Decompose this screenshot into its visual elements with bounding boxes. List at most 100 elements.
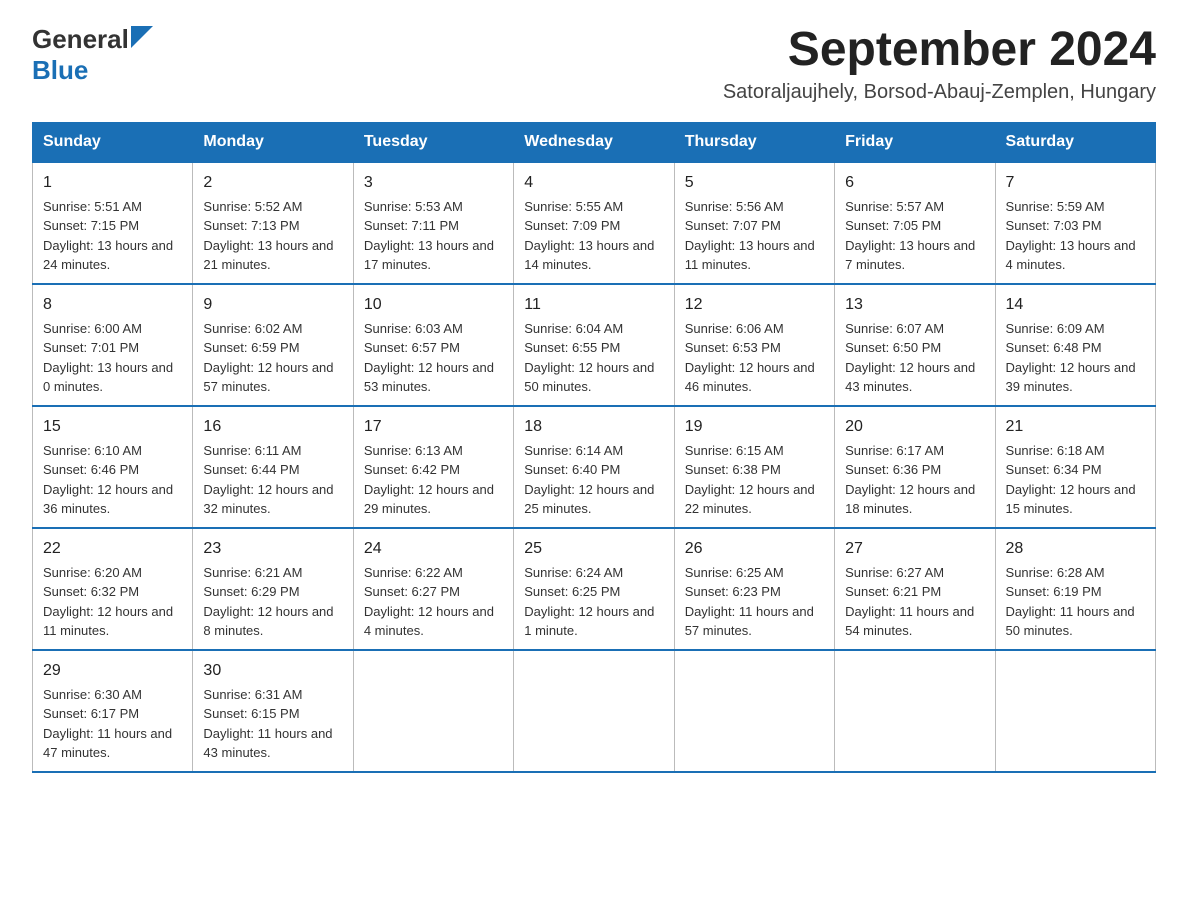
day-info: Sunrise: 5:55 AMSunset: 7:09 PMDaylight:…	[524, 197, 663, 275]
day-number: 16	[203, 415, 342, 439]
logo-triangle-icon	[131, 26, 153, 48]
table-row: 15Sunrise: 6:10 AMSunset: 6:46 PMDayligh…	[33, 406, 193, 528]
day-info: Sunrise: 5:53 AMSunset: 7:11 PMDaylight:…	[364, 197, 503, 275]
day-number: 11	[524, 293, 663, 317]
header-friday: Friday	[835, 122, 995, 162]
day-info: Sunrise: 6:03 AMSunset: 6:57 PMDaylight:…	[364, 319, 503, 397]
table-row: 26Sunrise: 6:25 AMSunset: 6:23 PMDayligh…	[674, 528, 834, 650]
day-info: Sunrise: 5:52 AMSunset: 7:13 PMDaylight:…	[203, 197, 342, 275]
table-row: 10Sunrise: 6:03 AMSunset: 6:57 PMDayligh…	[353, 284, 513, 406]
header-thursday: Thursday	[674, 122, 834, 162]
calendar-week-row: 22Sunrise: 6:20 AMSunset: 6:32 PMDayligh…	[33, 528, 1156, 650]
day-info: Sunrise: 6:00 AMSunset: 7:01 PMDaylight:…	[43, 319, 182, 397]
table-row: 3Sunrise: 5:53 AMSunset: 7:11 PMDaylight…	[353, 162, 513, 284]
table-row: 27Sunrise: 6:27 AMSunset: 6:21 PMDayligh…	[835, 528, 995, 650]
day-info: Sunrise: 6:04 AMSunset: 6:55 PMDaylight:…	[524, 319, 663, 397]
day-number: 8	[43, 293, 182, 317]
day-number: 23	[203, 537, 342, 561]
day-number: 2	[203, 171, 342, 195]
day-number: 9	[203, 293, 342, 317]
day-number: 21	[1006, 415, 1145, 439]
table-row: 12Sunrise: 6:06 AMSunset: 6:53 PMDayligh…	[674, 284, 834, 406]
day-info: Sunrise: 5:56 AMSunset: 7:07 PMDaylight:…	[685, 197, 824, 275]
day-info: Sunrise: 6:06 AMSunset: 6:53 PMDaylight:…	[685, 319, 824, 397]
table-row: 7Sunrise: 5:59 AMSunset: 7:03 PMDaylight…	[995, 162, 1155, 284]
header-sunday: Sunday	[33, 122, 193, 162]
day-info: Sunrise: 6:15 AMSunset: 6:38 PMDaylight:…	[685, 441, 824, 519]
day-info: Sunrise: 5:59 AMSunset: 7:03 PMDaylight:…	[1006, 197, 1145, 275]
day-info: Sunrise: 6:28 AMSunset: 6:19 PMDaylight:…	[1006, 563, 1145, 641]
day-info: Sunrise: 6:21 AMSunset: 6:29 PMDaylight:…	[203, 563, 342, 641]
day-info: Sunrise: 6:30 AMSunset: 6:17 PMDaylight:…	[43, 685, 182, 763]
day-info: Sunrise: 6:13 AMSunset: 6:42 PMDaylight:…	[364, 441, 503, 519]
calendar-week-row: 15Sunrise: 6:10 AMSunset: 6:46 PMDayligh…	[33, 406, 1156, 528]
table-row: 20Sunrise: 6:17 AMSunset: 6:36 PMDayligh…	[835, 406, 995, 528]
day-number: 6	[845, 171, 984, 195]
table-row: 4Sunrise: 5:55 AMSunset: 7:09 PMDaylight…	[514, 162, 674, 284]
day-number: 18	[524, 415, 663, 439]
table-row: 2Sunrise: 5:52 AMSunset: 7:13 PMDaylight…	[193, 162, 353, 284]
day-info: Sunrise: 6:25 AMSunset: 6:23 PMDaylight:…	[685, 563, 824, 641]
day-number: 14	[1006, 293, 1145, 317]
table-row: 8Sunrise: 6:00 AMSunset: 7:01 PMDaylight…	[33, 284, 193, 406]
table-row: 14Sunrise: 6:09 AMSunset: 6:48 PMDayligh…	[995, 284, 1155, 406]
day-number: 20	[845, 415, 984, 439]
day-info: Sunrise: 6:07 AMSunset: 6:50 PMDaylight:…	[845, 319, 984, 397]
weekday-header-row: Sunday Monday Tuesday Wednesday Thursday…	[33, 122, 1156, 162]
day-number: 28	[1006, 537, 1145, 561]
day-number: 19	[685, 415, 824, 439]
calendar-table: Sunday Monday Tuesday Wednesday Thursday…	[32, 122, 1156, 773]
day-number: 13	[845, 293, 984, 317]
location-subtitle: Satoraljaujhely, Borsod-Abauj-Zemplen, H…	[723, 81, 1156, 104]
day-number: 30	[203, 659, 342, 683]
table-row: 9Sunrise: 6:02 AMSunset: 6:59 PMDaylight…	[193, 284, 353, 406]
logo-blue-text: Blue	[32, 55, 88, 85]
title-area: September 2024 Satoraljaujhely, Borsod-A…	[723, 24, 1156, 104]
table-row: 23Sunrise: 6:21 AMSunset: 6:29 PMDayligh…	[193, 528, 353, 650]
table-row: 16Sunrise: 6:11 AMSunset: 6:44 PMDayligh…	[193, 406, 353, 528]
day-number: 12	[685, 293, 824, 317]
day-number: 29	[43, 659, 182, 683]
month-title: September 2024	[723, 24, 1156, 77]
header-tuesday: Tuesday	[353, 122, 513, 162]
table-row: 19Sunrise: 6:15 AMSunset: 6:38 PMDayligh…	[674, 406, 834, 528]
table-row: 22Sunrise: 6:20 AMSunset: 6:32 PMDayligh…	[33, 528, 193, 650]
table-row: 25Sunrise: 6:24 AMSunset: 6:25 PMDayligh…	[514, 528, 674, 650]
logo: General Blue	[32, 24, 153, 86]
table-row: 29Sunrise: 6:30 AMSunset: 6:17 PMDayligh…	[33, 650, 193, 772]
day-info: Sunrise: 6:31 AMSunset: 6:15 PMDaylight:…	[203, 685, 342, 763]
day-number: 22	[43, 537, 182, 561]
day-number: 10	[364, 293, 503, 317]
table-row: 24Sunrise: 6:22 AMSunset: 6:27 PMDayligh…	[353, 528, 513, 650]
page-header: General Blue September 2024 Satoraljaujh…	[32, 24, 1156, 104]
header-wednesday: Wednesday	[514, 122, 674, 162]
day-number: 27	[845, 537, 984, 561]
day-info: Sunrise: 6:20 AMSunset: 6:32 PMDaylight:…	[43, 563, 182, 641]
calendar-week-row: 8Sunrise: 6:00 AMSunset: 7:01 PMDaylight…	[33, 284, 1156, 406]
table-row	[674, 650, 834, 772]
day-info: Sunrise: 5:57 AMSunset: 7:05 PMDaylight:…	[845, 197, 984, 275]
day-number: 1	[43, 171, 182, 195]
table-row: 21Sunrise: 6:18 AMSunset: 6:34 PMDayligh…	[995, 406, 1155, 528]
day-info: Sunrise: 6:22 AMSunset: 6:27 PMDaylight:…	[364, 563, 503, 641]
day-info: Sunrise: 6:09 AMSunset: 6:48 PMDaylight:…	[1006, 319, 1145, 397]
table-row: 1Sunrise: 5:51 AMSunset: 7:15 PMDaylight…	[33, 162, 193, 284]
day-number: 15	[43, 415, 182, 439]
day-info: Sunrise: 6:17 AMSunset: 6:36 PMDaylight:…	[845, 441, 984, 519]
table-row	[514, 650, 674, 772]
day-info: Sunrise: 6:02 AMSunset: 6:59 PMDaylight:…	[203, 319, 342, 397]
table-row: 11Sunrise: 6:04 AMSunset: 6:55 PMDayligh…	[514, 284, 674, 406]
day-info: Sunrise: 6:14 AMSunset: 6:40 PMDaylight:…	[524, 441, 663, 519]
table-row: 13Sunrise: 6:07 AMSunset: 6:50 PMDayligh…	[835, 284, 995, 406]
table-row: 6Sunrise: 5:57 AMSunset: 7:05 PMDaylight…	[835, 162, 995, 284]
day-number: 4	[524, 171, 663, 195]
day-info: Sunrise: 6:24 AMSunset: 6:25 PMDaylight:…	[524, 563, 663, 641]
day-number: 7	[1006, 171, 1145, 195]
table-row	[995, 650, 1155, 772]
day-number: 24	[364, 537, 503, 561]
day-number: 17	[364, 415, 503, 439]
day-info: Sunrise: 6:27 AMSunset: 6:21 PMDaylight:…	[845, 563, 984, 641]
table-row: 18Sunrise: 6:14 AMSunset: 6:40 PMDayligh…	[514, 406, 674, 528]
table-row: 17Sunrise: 6:13 AMSunset: 6:42 PMDayligh…	[353, 406, 513, 528]
day-number: 26	[685, 537, 824, 561]
